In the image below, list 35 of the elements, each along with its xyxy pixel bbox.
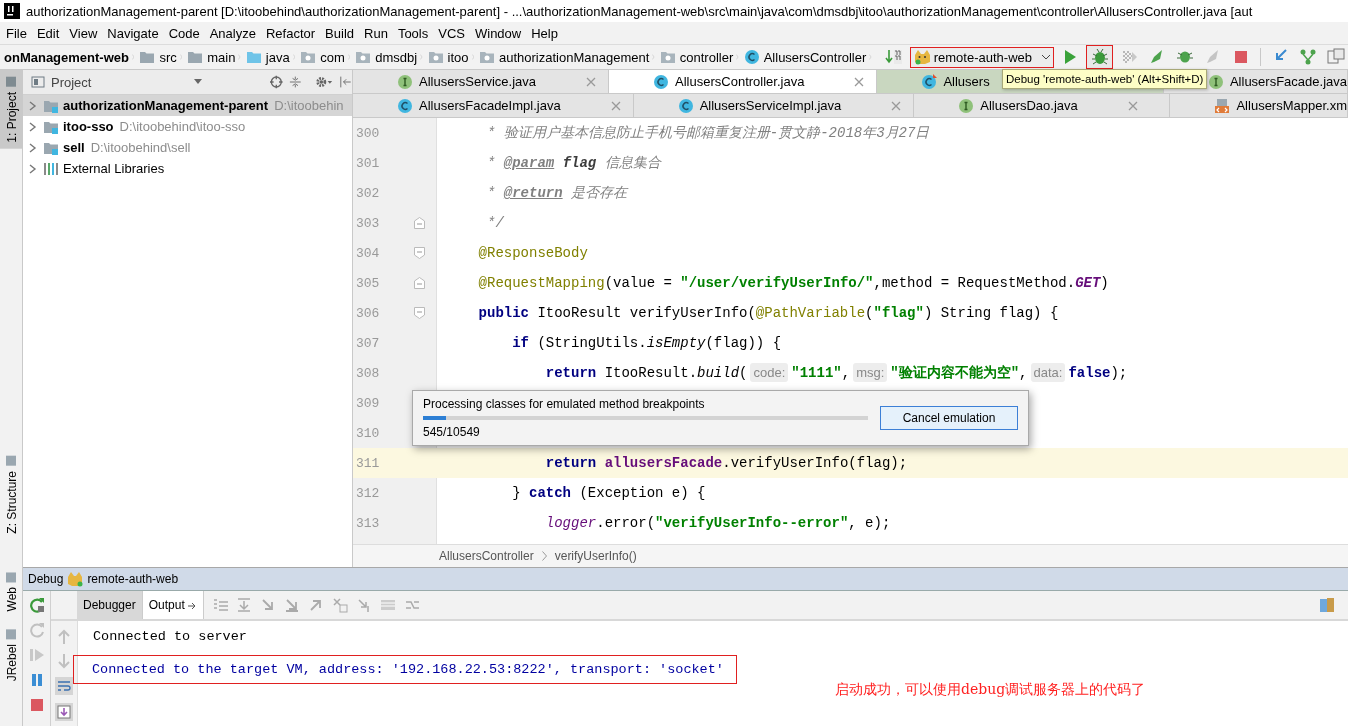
code-line: * @param flag 信息集合 — [486, 154, 661, 172]
code-line: if (StringUtils.isEmpty(flag)) { — [511, 335, 782, 351]
window-title: authorizationManagement-parent [D:\itoobehind\authorizationManagement-parent] - ...\authorizationManagement-web\src\main\java\com\dmsdbj\itoo\authorizationManagement\controller\AllusersController.java [aut — [26, 3, 1253, 19]
line-number: 312 — [355, 485, 381, 501]
panel-title: Debug — [28, 572, 64, 586]
progress-count: 545/10549 — [423, 424, 481, 439]
line-number: 311 — [355, 455, 381, 471]
code-line: */ — [486, 215, 504, 231]
line-number: 307 — [355, 335, 381, 351]
config-name: remote-auth-web — [87, 572, 179, 586]
code-line: logger.error("verifyUserInfo--error", e); — [544, 515, 891, 531]
line-number: 313 — [355, 515, 381, 531]
line-number: 300 — [355, 125, 381, 141]
code-line: * @return 是否存在 — [486, 184, 628, 202]
code-line: return allusersFacade.verifyUserInfo(flag); — [544, 455, 908, 471]
line-number: 308 — [355, 365, 381, 381]
code-line: public ItooResult verifyUserInfo(@PathVariable("flag") String flag) { — [477, 305, 1059, 321]
progress-message: Processing classes for emulated method breakpoints — [423, 397, 706, 412]
line-number: 310 — [355, 425, 381, 441]
annotation-note: 启动成功，可以使用debug调试服务器上的代码了 — [835, 681, 1146, 699]
line-number: 309 — [355, 395, 381, 411]
tooltip: Debug 'remote-auth-web' (Alt+Shift+D) — [1002, 69, 1208, 89]
console-line: Connected to the target VM, address: '192.168.22.53:8222', transport: 'socket' — [74, 656, 736, 683]
code-line: } catch (Exception e) { — [511, 485, 706, 501]
line-number: 305 — [355, 275, 381, 291]
console-line: Connected to server — [93, 629, 247, 644]
line-number: 302 — [355, 185, 381, 201]
code-line: @ResponseBody — [477, 245, 588, 261]
line-number: 303 — [355, 215, 381, 231]
code-line: * 验证用户基本信息防止手机号邮箱重复注册-贯文静-2018年3月27日 — [486, 124, 930, 142]
code-line: return ItooResult.build( code: "1111", msg: "验证内容不能为空", data: false); — [544, 364, 1128, 382]
code-line: @RequestMapping(value = "/user/verifyUserInfo/",method = RequestMethod.GET) — [477, 275, 1109, 291]
line-number: 306 — [355, 305, 381, 321]
line-number: 301 — [355, 155, 381, 171]
line-number: 304 — [355, 245, 381, 261]
